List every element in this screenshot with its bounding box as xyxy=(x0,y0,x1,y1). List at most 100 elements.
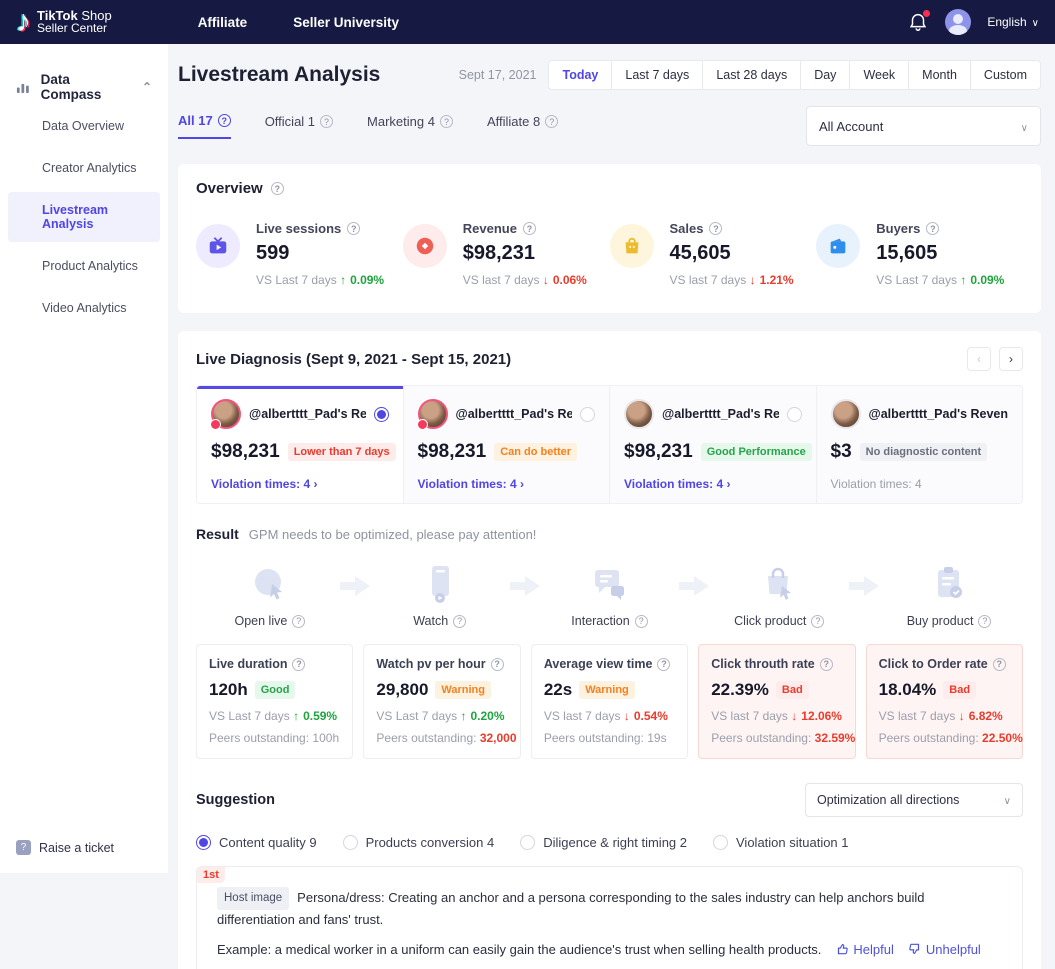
metric-card-watch-pv: Watch pv per hour? 29,800 Warning VS Last… xyxy=(363,644,521,759)
chevron-down-icon xyxy=(1021,119,1028,134)
help-icon[interactable]: ? xyxy=(811,614,825,628)
revenue-value: $98,231 xyxy=(462,242,536,264)
sidebar: Data Compass Data Overview Creator Analy… xyxy=(0,44,168,873)
tab-affiliate[interactable]: Affiliate 8? xyxy=(487,114,559,138)
violation-text: Violation times: 4 xyxy=(830,477,922,491)
next-page-button[interactable] xyxy=(999,347,1023,371)
arrow-right-icon xyxy=(338,574,372,601)
metric-card-click-to-order-rate: Click to Order rate? 18.04% Bad VS last 7… xyxy=(865,644,1024,759)
record-icon xyxy=(402,224,447,268)
thumbs-up-icon xyxy=(838,944,849,955)
sidebar-item-video-analytics[interactable]: Video Analytics xyxy=(0,290,168,326)
bar-chart-icon xyxy=(16,83,29,93)
violation-link[interactable]: Violation times: 4 xyxy=(211,477,389,491)
streamer-avatar xyxy=(830,399,861,429)
help-icon[interactable]: ? xyxy=(270,182,284,195)
overview-sales: Sales? 45,605 VS last 7 days 1.21% xyxy=(609,221,817,287)
live-tv-icon xyxy=(196,224,240,268)
click-product-icon xyxy=(757,560,801,608)
account-select[interactable]: All Account xyxy=(806,106,1041,146)
card-radio-selected[interactable] xyxy=(373,406,389,422)
range-custom-button[interactable]: Custom xyxy=(969,60,1041,90)
help-icon[interactable]: ? xyxy=(292,657,306,671)
optimization-direction-select[interactable]: Optimization all directions xyxy=(805,783,1023,817)
radio-content-quality[interactable]: Content quality 9 xyxy=(196,835,317,850)
help-icon[interactable]: ? xyxy=(819,657,833,671)
range-today-button[interactable]: Today xyxy=(548,60,613,90)
help-icon[interactable]: ? xyxy=(490,657,504,671)
status-badge: Can do better xyxy=(494,443,578,461)
diagnosis-card-3[interactable]: @albertttt_Pad's Revenue $98,231 Good Pe… xyxy=(609,386,816,503)
sidebar-section-data-compass[interactable]: Data Compass xyxy=(0,72,168,102)
range-last28-button[interactable]: Last 28 days xyxy=(702,60,802,90)
radio-diligence-timing[interactable]: Diligence & right timing 2 xyxy=(520,835,687,850)
range-month-button[interactable]: Month xyxy=(908,60,971,90)
help-icon[interactable]: ? xyxy=(217,114,231,127)
funnel-step-buy-product: Buy product? xyxy=(881,560,1017,628)
help-icon[interactable]: ? xyxy=(320,115,334,128)
range-week-button[interactable]: Week xyxy=(849,60,910,90)
overview-panel: Overview? Live sessions? 599 VS Last 7 d… xyxy=(178,164,1041,313)
suggestion-radio-group: Content quality 9 Products conversion 4 … xyxy=(196,835,1023,850)
unhelpful-button[interactable]: Unhelpful xyxy=(908,942,981,957)
radio-icon xyxy=(520,835,536,850)
notification-bell-icon[interactable] xyxy=(907,10,931,33)
help-icon[interactable]: ? xyxy=(453,614,467,628)
violation-link[interactable]: Violation times: 4 xyxy=(624,477,802,491)
card-radio[interactable] xyxy=(786,406,802,422)
tab-all[interactable]: All 17? xyxy=(178,113,231,139)
diagnosis-card-4[interactable]: @albertttt_Pad's Revenue $3 No diagnosti… xyxy=(815,386,1022,503)
tiktok-note-icon: ♪ xyxy=(16,5,31,38)
tab-marketing[interactable]: Marketing 4? xyxy=(367,114,453,138)
user-avatar[interactable] xyxy=(945,9,972,35)
help-icon[interactable]: ? xyxy=(292,614,306,628)
help-icon[interactable]: ? xyxy=(992,657,1006,671)
status-badge: Good Performance xyxy=(700,443,812,461)
nav-link-seller-university[interactable]: Seller University xyxy=(293,15,399,30)
shopping-bag-icon xyxy=(609,224,654,268)
nav-link-affiliate[interactable]: Affiliate xyxy=(198,15,248,30)
sidebar-item-livestream-analysis[interactable]: Livestream Analysis xyxy=(8,192,160,242)
helpful-button[interactable]: Helpful xyxy=(835,942,894,957)
suggestion-title: Suggestion xyxy=(196,792,275,808)
diagnosis-card-2[interactable]: @albertttt_Pad's Revenue $98,231 Can do … xyxy=(402,386,609,503)
sidebar-item-data-overview[interactable]: Data Overview xyxy=(0,108,168,144)
help-icon[interactable]: ? xyxy=(545,115,559,128)
help-icon[interactable]: ? xyxy=(978,614,992,628)
live-sessions-value: 599 xyxy=(256,242,290,264)
radio-products-conversion[interactable]: Products conversion 4 xyxy=(342,835,494,850)
sidebar-item-product-analytics[interactable]: Product Analytics xyxy=(0,248,168,284)
help-icon[interactable]: ? xyxy=(657,657,671,671)
help-icon[interactable]: ? xyxy=(439,115,453,128)
help-icon[interactable]: ? xyxy=(634,614,648,628)
overview-buyers: Buyers? 15,605 VS Last 7 days 0.09% xyxy=(816,221,1023,287)
conversion-funnel: Open live? Watch? Interaction? Click pro… xyxy=(196,560,1023,628)
category-tag: Host image xyxy=(217,887,290,911)
tab-official[interactable]: Official 1? xyxy=(265,114,334,138)
help-icon[interactable]: ? xyxy=(522,222,536,235)
prev-page-button[interactable] xyxy=(967,347,991,371)
language-selector[interactable]: English xyxy=(987,15,1039,29)
range-day-button[interactable]: Day xyxy=(800,60,851,90)
help-icon[interactable]: ? xyxy=(347,222,361,235)
interaction-chat-icon xyxy=(587,560,631,608)
sidebar-item-creator-analytics[interactable]: Creator Analytics xyxy=(0,150,168,186)
violation-link[interactable]: Violation times: 4 xyxy=(418,477,596,491)
streamer-avatar xyxy=(210,399,241,430)
status-badge: Bad xyxy=(775,681,809,699)
help-icon[interactable]: ? xyxy=(926,222,940,235)
card-radio[interactable] xyxy=(580,406,595,422)
metric-card-live-duration: Live duration? 120hGood VS Last 7 days 0… xyxy=(196,644,354,759)
diagnosis-cards: @albertttt_Pad's Revenue $98,231 Lower t… xyxy=(196,385,1023,504)
chevron-down-icon xyxy=(1032,15,1039,29)
range-last7-button[interactable]: Last 7 days xyxy=(611,60,704,90)
live-badge-icon xyxy=(210,419,221,430)
question-square-icon: ? xyxy=(16,840,31,855)
funnel-step-open-live: Open live? xyxy=(202,560,338,628)
raise-ticket-button[interactable]: ? Raise a ticket xyxy=(16,840,114,855)
tiktok-shop-logo[interactable]: ♪ TikTok Shop Seller Center xyxy=(16,7,112,37)
diagnosis-card-1[interactable]: @albertttt_Pad's Revenue $98,231 Lower t… xyxy=(197,386,403,503)
help-icon[interactable]: ? xyxy=(709,222,723,235)
result-label: Result xyxy=(196,526,239,542)
radio-violation-situation[interactable]: Violation situation 1 xyxy=(713,835,849,850)
